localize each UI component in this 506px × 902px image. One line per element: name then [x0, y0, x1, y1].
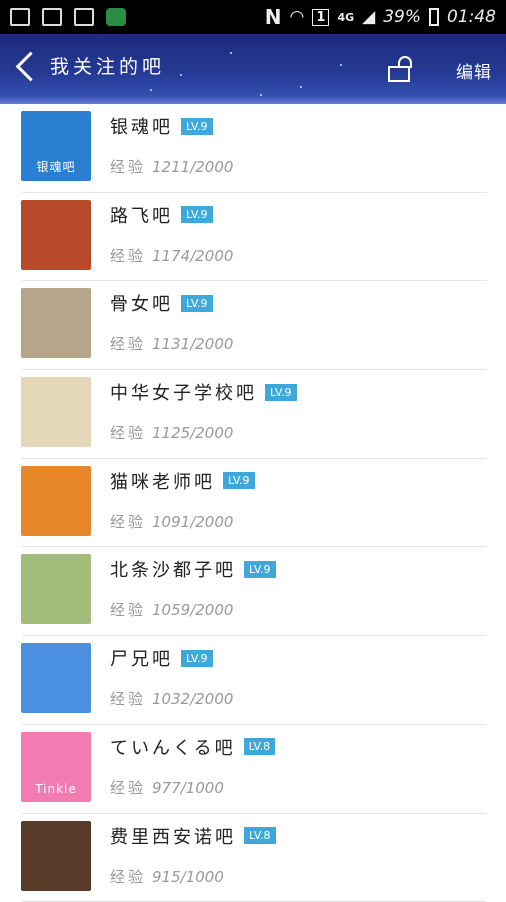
experience: 经验 1174/2000	[110, 245, 233, 266]
edit-button[interactable]: 编辑	[456, 58, 492, 83]
experience-value: 1091/2000	[152, 513, 233, 531]
experience-value: 1131/2000	[152, 335, 233, 353]
experience: 经验 1091/2000	[110, 511, 233, 532]
experience-label: 经验	[110, 247, 146, 265]
forum-row[interactable]: 尸兄吧 LV.9 经验 1032/2000	[0, 636, 506, 725]
forum-name-text: 路飞吧	[110, 206, 173, 227]
forum-avatar	[21, 377, 91, 447]
forum-name: 北条沙都子吧 LV.9	[110, 556, 276, 582]
forum-name: 骨女吧 LV.9	[110, 290, 213, 316]
forum-avatar	[21, 554, 91, 624]
forum-name-text: 骨女吧	[110, 294, 173, 315]
forum-row[interactable]: 银魂吧银魂吧LV.9经验1211/2000	[0, 104, 506, 193]
forum-name: 猫咪老师吧 LV.9	[110, 468, 255, 494]
experience-value: 1059/2000	[152, 601, 233, 619]
forum-row[interactable]: 猫咪老师吧 LV.9 经验 1091/2000	[0, 459, 506, 548]
forum-row[interactable]: 骨女吧 LV.9 经验 1131/2000	[0, 281, 506, 370]
forum-name: 中华女子学校吧 LV.9	[110, 379, 297, 405]
forum-list: 银魂吧银魂吧LV.9经验1211/2000路飞吧LV.9经验1174/2000骨…	[0, 104, 506, 902]
experience: 经验 915/1000	[110, 866, 224, 887]
level-badge: LV.9	[181, 206, 213, 223]
level-badge: LV.9	[181, 650, 213, 667]
experience-label: 经验	[110, 690, 146, 708]
status-bar: N ◠ 1 4G ◢ 39% 01:48	[0, 0, 506, 34]
experience: 经验 1125/2000	[110, 422, 233, 443]
forum-name-text: 尸兄吧	[110, 649, 173, 670]
experience: 经验 1211/2000	[110, 156, 233, 177]
forum-name: 银魂吧 LV.9	[110, 113, 213, 139]
forum-name-text: 中华女子学校吧	[110, 383, 257, 404]
mail-notification-icon	[74, 8, 94, 26]
experience-label: 经验	[110, 868, 146, 886]
level-badge: LV.9	[265, 384, 297, 401]
experience-label: 经验	[110, 424, 146, 442]
forum-avatar: 银魂吧	[21, 111, 91, 181]
level-badge: LV.8	[244, 827, 276, 844]
level-badge: LV.9	[244, 561, 276, 578]
forum-avatar	[21, 200, 91, 270]
experience-value: 1211/2000	[152, 158, 233, 176]
experience-value: 1032/2000	[152, 690, 233, 708]
forum-name: ていんくる吧 LV.8	[110, 734, 275, 760]
experience-label: 经验	[110, 158, 146, 176]
experience-value: 1125/2000	[152, 424, 233, 442]
experience: 经验 1032/2000	[110, 688, 233, 709]
forum-name: 路飞吧 LV.9	[110, 202, 213, 228]
forum-avatar	[21, 821, 91, 891]
experience-label: 经验	[110, 601, 146, 619]
experience-label: 经验	[110, 513, 146, 531]
experience-value: 977/1000	[152, 779, 224, 797]
lock-icon[interactable]	[386, 56, 414, 82]
battery-icon	[429, 8, 439, 26]
app-header: 我关注的吧 编辑	[0, 34, 506, 104]
experience: 经验 977/1000	[110, 777, 224, 798]
forum-name-text: ていんくる吧	[110, 738, 236, 759]
image-notification-icon	[10, 8, 30, 26]
forum-avatar	[21, 288, 91, 358]
experience: 经验 1131/2000	[110, 333, 233, 354]
experience-value: 915/1000	[152, 868, 224, 886]
page-title: 我关注的吧	[50, 52, 165, 79]
forum-row[interactable]: Tinkle ていんくる吧 LV.8 经验 977/1000	[0, 725, 506, 814]
forum-name-text: 北条沙都子吧	[110, 560, 236, 581]
check-notification-icon	[42, 8, 62, 26]
experience-label: 经验	[110, 335, 146, 353]
experience-value: 1174/2000	[152, 247, 233, 265]
sim-indicator: 1	[312, 9, 329, 26]
level-badge: LV.9	[223, 472, 255, 489]
battery-percent: 39%	[383, 7, 421, 27]
forum-row[interactable]: 中华女子学校吧 LV.9 经验 1125/2000	[0, 370, 506, 459]
forum-name: 尸兄吧 LV.9	[110, 645, 213, 671]
forum-avatar	[21, 466, 91, 536]
forum-row[interactable]: 北条沙都子吧 LV.9 经验 1059/2000	[0, 547, 506, 636]
nfc-icon: N	[265, 5, 282, 29]
level-badge: LV.8	[244, 738, 276, 755]
back-button[interactable]	[14, 50, 38, 86]
experience-label: 经验	[110, 779, 146, 797]
forum-name-text: 猫咪老师吧	[110, 472, 215, 493]
app-notification-icon	[106, 8, 126, 26]
signal-icon: ◢	[362, 7, 375, 27]
wifi-icon: ◠	[290, 7, 305, 27]
forum-name: 费里西安诺吧 LV.8	[110, 823, 276, 849]
level-badge: LV.9	[181, 118, 213, 135]
avatar-label: Tinkle	[35, 782, 77, 802]
network-type: 4G	[337, 11, 354, 24]
avatar-label: 银魂吧	[36, 158, 75, 181]
level-badge: LV.9	[181, 295, 213, 312]
clock: 01:48	[447, 7, 496, 27]
forum-name-text: 费里西安诺吧	[110, 827, 236, 848]
forum-row[interactable]: 路飞吧 LV.9 经验 1174/2000	[0, 193, 506, 282]
forum-name-text: 银魂吧	[110, 117, 173, 138]
forum-avatar: Tinkle	[21, 732, 91, 802]
experience: 经验 1059/2000	[110, 599, 233, 620]
forum-row[interactable]: 费里西安诺吧 LV.8 经验 915/1000	[0, 814, 506, 902]
forum-avatar	[21, 643, 91, 713]
